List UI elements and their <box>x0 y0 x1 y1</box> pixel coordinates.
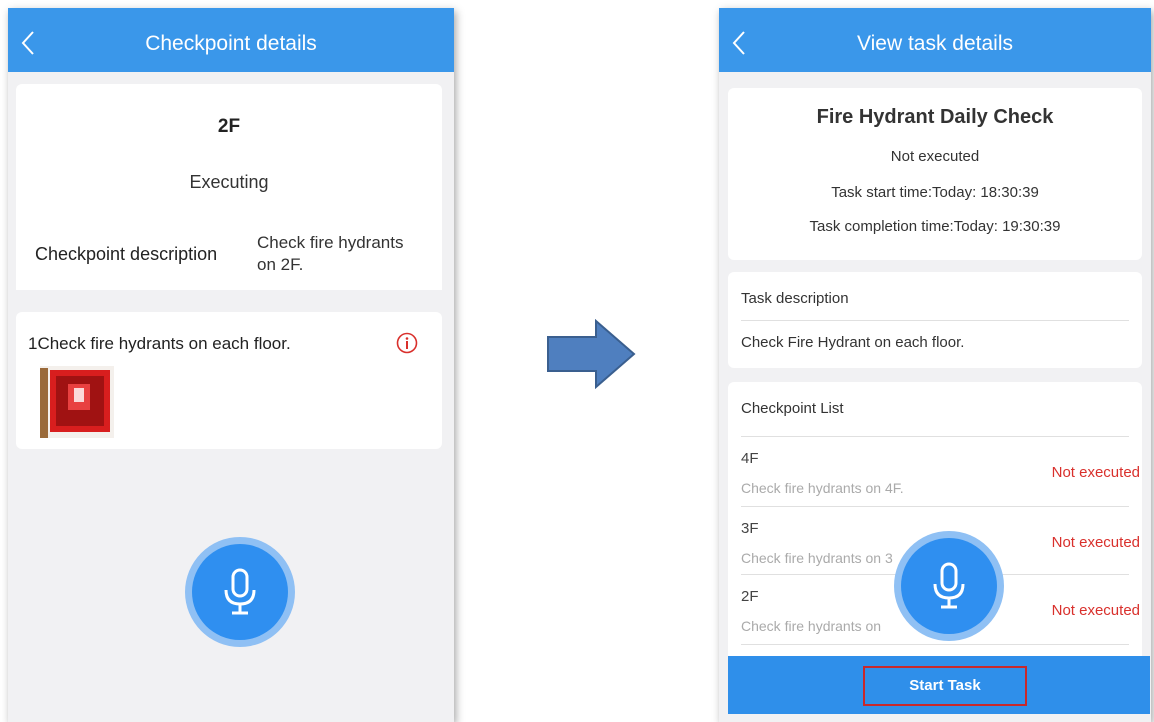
checkpoint-floor: 2F <box>217 116 241 137</box>
voice-input-button[interactable] <box>901 538 997 634</box>
right-arrow-icon <box>547 319 636 389</box>
checkpoint-details-screen: Checkpoint details 2F Executing Checkpoi… <box>8 8 454 722</box>
voice-input-button[interactable] <box>192 544 288 640</box>
divider <box>741 436 1129 437</box>
task-details-screen: View task details Fire Hydrant Daily Che… <box>719 8 1151 722</box>
task-info-card: Fire Hydrant Daily Check Not executed Ta… <box>728 88 1142 260</box>
checkpoint-list-card: Checkpoint List 4F Check fire hydrants o… <box>728 382 1142 682</box>
microphone-icon <box>933 562 965 609</box>
start-task-button[interactable]: Start Task <box>863 666 1027 706</box>
checkpoint-name: 4F <box>741 450 759 467</box>
task-description-value: Check Fire Hydrant on each floor. <box>741 334 965 351</box>
task-status: Not executed <box>890 148 980 165</box>
checkpoint-info-card: 2F Executing Checkpoint description Chec… <box>16 84 442 290</box>
start-task-bar[interactable]: Start Task <box>728 656 1150 714</box>
checkpoint-description: Check fire hydrants on 4F. <box>741 480 904 496</box>
checkpoint-description: Check fire hydrants on <box>741 618 882 634</box>
task-start-time: Task start time:Today: 18:30:39 <box>831 184 1039 201</box>
checkpoint-status: Executing <box>189 172 269 192</box>
checkpoint-name: 2F <box>741 588 759 605</box>
checkpoint-status: Not executed <box>1051 464 1140 481</box>
info-circle-icon[interactable] <box>396 332 418 354</box>
top-bar: Checkpoint details <box>8 8 454 72</box>
task-description-card: Task description Check Fire Hydrant on e… <box>728 272 1142 368</box>
checkpoint-description-label: Checkpoint description <box>35 244 218 264</box>
divider <box>741 320 1129 321</box>
microphone-icon <box>224 568 256 615</box>
task-completion-time: Task completion time:Today: 19:30:39 <box>809 218 1061 235</box>
checkpoint-name: 3F <box>741 520 759 537</box>
checkpoint-row[interactable]: 4F Check fire hydrants on 4F. Not execut… <box>728 438 1142 506</box>
checkpoint-list-label: Checkpoint List <box>741 400 844 417</box>
check-item-card[interactable]: 1Check fire hydrants on each floor. <box>16 312 442 449</box>
task-description-label: Task description <box>741 290 849 307</box>
check-item-text: 1Check fire hydrants on each floor. <box>28 334 291 353</box>
checkpoint-description-value: Check fire hydrants on 2F. <box>257 233 404 274</box>
divider <box>741 506 1129 507</box>
task-title: Fire Hydrant Daily Check <box>816 106 1054 128</box>
page-title: Checkpoint details <box>145 32 317 55</box>
checkpoint-status: Not executed <box>1051 534 1140 551</box>
top-bar: View task details <box>719 8 1151 72</box>
checkpoint-description: Check fire hydrants on 3 <box>741 550 893 566</box>
fire-hydrant-photo[interactable] <box>40 366 114 438</box>
divider <box>741 644 1129 645</box>
page-title: View task details <box>856 32 1014 55</box>
checkpoint-status: Not executed <box>1051 602 1140 619</box>
